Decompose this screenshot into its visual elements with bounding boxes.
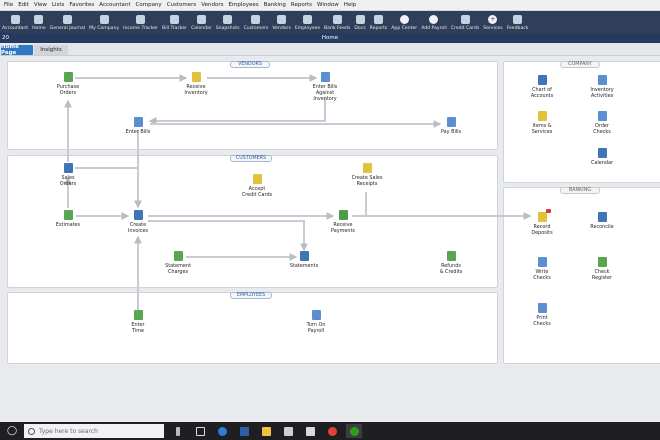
task-view-icon[interactable] [192,424,208,438]
refunds-credits[interactable]: Refunds & Credits [426,251,476,275]
enter-bills-against-inventory[interactable]: Enter Bills Against Inventory [300,72,350,102]
bills-inventory-icon [320,72,330,82]
inventory-activities-icon [597,75,607,85]
store-icon[interactable] [280,424,296,438]
record-deposits[interactable]: Record Deposits [517,209,567,236]
order-checks-icon [597,111,607,121]
search-icon [28,427,35,435]
credit-card-icon [252,174,262,184]
order-checks[interactable]: Order Checks [577,111,627,135]
statements-icon [299,251,309,261]
windows-taskbar: ◯ Type here to search [0,422,660,440]
quickbooks-icon[interactable] [346,424,362,438]
notification-badge-icon [545,209,551,213]
taskbar-search-box[interactable]: Type here to search [24,424,164,438]
create-sales-receipts[interactable]: Create Sales Receipts [342,163,392,187]
statements[interactable]: Statements [279,251,329,269]
word-icon[interactable] [236,424,252,438]
write-checks-icon [537,257,547,267]
estimates[interactable]: Estimates [43,210,93,228]
microphone-icon[interactable] [170,424,186,438]
chart-of-accounts[interactable]: Chart of Accounts [517,75,567,99]
chart-of-accounts-icon [537,75,547,85]
check-register[interactable]: Check Register [577,257,627,281]
mail-icon[interactable] [302,424,318,438]
windows-start-icon[interactable]: ◯ [0,422,24,440]
purchase-orders[interactable]: Purchase Orders [43,72,93,96]
refunds-icon [446,251,456,261]
receive-inventory[interactable]: Receive Inventory [171,72,221,96]
create-invoices[interactable]: Create Invoices [113,210,163,234]
enter-time-icon [133,310,143,320]
file-explorer-icon[interactable] [258,424,274,438]
reconcile-icon [597,212,607,222]
write-checks[interactable]: Write Checks [517,257,567,281]
enter-time[interactable]: Enter Time [113,310,163,334]
enter-bills-icon [133,117,143,127]
receive-payments-icon [338,210,348,220]
enter-bills[interactable]: Enter Bills [113,117,163,135]
statement-charges-icon [173,251,183,261]
pay-bills[interactable]: Pay Bills [426,117,476,135]
chrome-icon[interactable] [324,424,340,438]
sales-orders[interactable]: Sales Orders [43,163,93,187]
reconcile[interactable]: Reconcile [577,212,627,230]
print-checks-icon [537,303,547,313]
calendar-icon [597,148,607,158]
items-services[interactable]: Items & Services [517,111,567,135]
check-register-icon [597,257,607,267]
accept-credit-cards[interactable]: Accept Credit Cards [232,174,282,198]
statement-charges[interactable]: Statement Charges [153,251,203,275]
receive-payments[interactable]: Receive Payments [318,210,368,234]
inventory-activities[interactable]: Inventory Activities [577,75,627,99]
record-deposits-icon [537,209,551,222]
sales-order-icon [63,163,73,173]
calendar[interactable]: Calendar [577,148,627,166]
taskbar-search-placeholder: Type here to search [39,427,98,435]
payroll-icon [311,310,321,320]
sales-receipt-icon [362,163,372,173]
items-services-icon [537,111,547,121]
receive-inventory-icon [191,72,201,82]
estimates-icon [63,210,73,220]
print-checks[interactable]: Print Checks [517,303,567,327]
turn-on-payroll[interactable]: Turn On Payroll [291,310,341,334]
invoice-icon [133,210,143,220]
pay-bills-icon [446,117,456,127]
edge-browser-icon[interactable] [214,424,230,438]
purchase-order-icon [63,72,73,82]
